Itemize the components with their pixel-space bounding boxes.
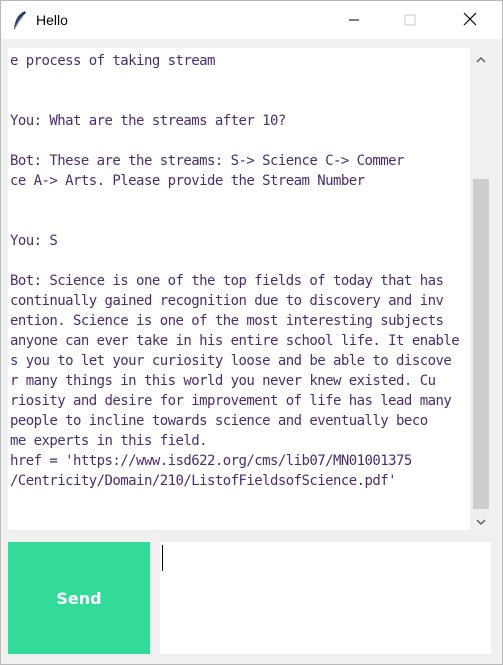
scroll-down-button[interactable] — [471, 510, 491, 530]
feather-icon — [12, 10, 28, 30]
chevron-up-icon — [476, 49, 486, 68]
scroll-thumb[interactable] — [473, 179, 489, 509]
close-button[interactable] — [447, 1, 493, 39]
maximize-button[interactable] — [387, 1, 433, 39]
minimize-icon — [348, 11, 360, 30]
minimize-button[interactable] — [331, 1, 377, 39]
window-title: Hello — [36, 12, 68, 28]
text-caret — [162, 545, 163, 571]
scroll-up-button[interactable] — [471, 48, 491, 68]
maximize-icon — [404, 11, 416, 30]
close-icon — [463, 11, 477, 30]
chat-log-text: e process of taking stream You: What are… — [10, 53, 460, 489]
message-input[interactable] — [160, 542, 491, 654]
chat-scrollbar[interactable] — [471, 48, 491, 530]
send-button[interactable]: Send — [8, 542, 150, 654]
chat-log[interactable]: e process of taking stream You: What are… — [8, 48, 470, 530]
title-bar[interactable]: Hello — [1, 1, 502, 39]
chevron-down-icon — [476, 511, 486, 530]
